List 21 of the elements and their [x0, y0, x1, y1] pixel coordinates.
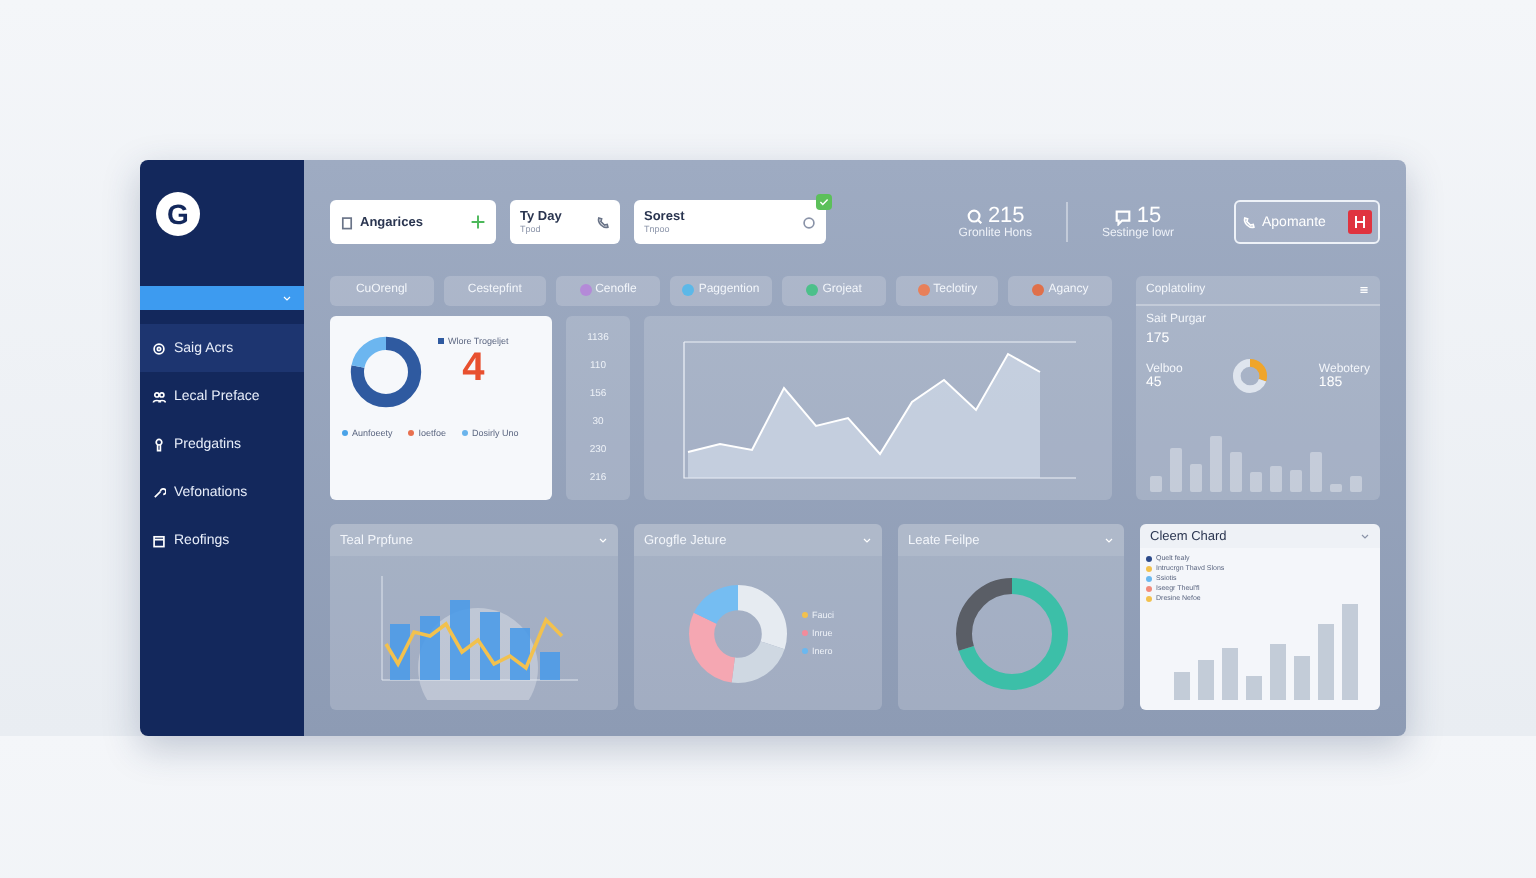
- big-number: 4: [462, 345, 485, 392]
- circle-icon: [802, 215, 816, 229]
- stat-value: 15: [1136, 204, 1162, 228]
- stat-value: 215: [987, 204, 1025, 228]
- plus-icon: [470, 214, 486, 230]
- app-icon: [1348, 210, 1372, 234]
- chat-icon: [1114, 207, 1133, 225]
- search-icon: [965, 207, 984, 225]
- chevron-icon: [282, 293, 292, 303]
- calendar-icon: [152, 533, 166, 547]
- people-icon: [152, 389, 166, 403]
- menu-icon[interactable]: [1358, 284, 1370, 296]
- clipboard-icon: [340, 215, 354, 229]
- gear-icon: [152, 341, 166, 355]
- phone-icon: [596, 215, 610, 229]
- logo: G: [156, 192, 200, 236]
- chevron-icon[interactable]: [1360, 531, 1370, 541]
- wrench-icon: [152, 485, 166, 499]
- donut-chart-drawing: [1228, 354, 1273, 398]
- nav-selector[interactable]: [140, 286, 304, 310]
- phone-icon: [1242, 215, 1256, 229]
